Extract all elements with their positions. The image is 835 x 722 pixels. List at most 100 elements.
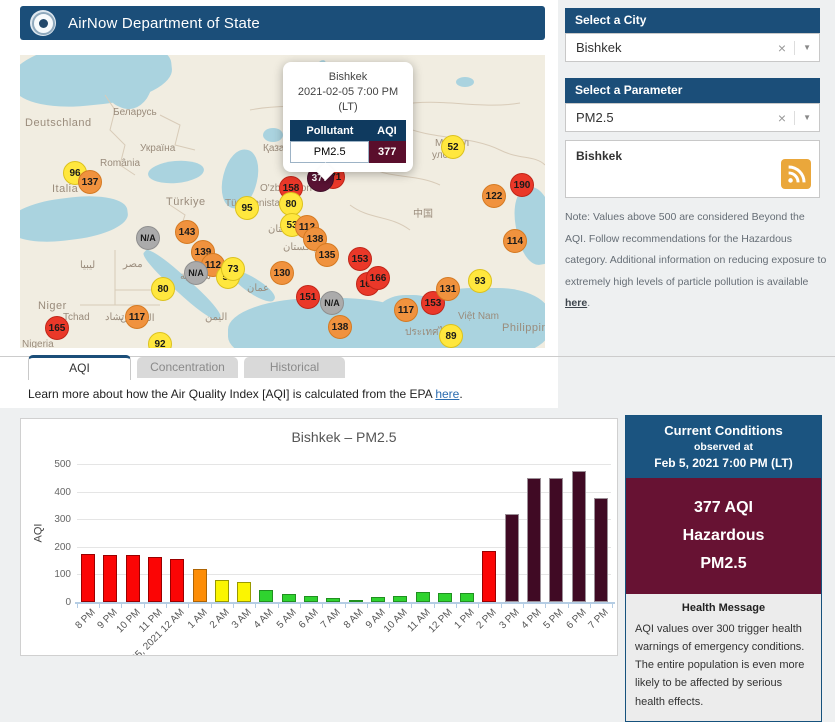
current-aqi-pollutant: PM2.5 <box>630 550 817 578</box>
aqi-marker[interactable]: 135 <box>315 243 339 267</box>
popup-table: Pollutant AQI PM2.5 377 <box>290 120 406 163</box>
popup-city: Bishkek <box>290 70 406 85</box>
aqi-marker[interactable]: 122 <box>482 184 506 208</box>
x-tick <box>523 604 524 608</box>
chart-bar[interactable] <box>549 478 563 602</box>
aqi-marker[interactable]: 117 <box>125 305 149 329</box>
page: { "header": { "title": "AirNow Departmen… <box>0 0 835 656</box>
learn-more-text: Learn more about how the Air Quality Ind… <box>28 387 463 401</box>
chart-bar[interactable] <box>103 555 117 602</box>
aqi-marker-na[interactable]: N/A <box>320 291 344 315</box>
clear-parameter-icon[interactable]: × <box>778 111 786 125</box>
select-divider <box>794 111 795 125</box>
chevron-down-icon[interactable]: ▼ <box>803 104 811 131</box>
aqi-marker[interactable]: 166 <box>366 266 390 290</box>
chart-bar[interactable] <box>594 498 608 602</box>
aqi-marker[interactable]: 95 <box>235 196 259 220</box>
chart-bar[interactable] <box>505 514 519 602</box>
select-divider <box>794 41 795 55</box>
chart-bar[interactable] <box>170 559 184 602</box>
x-tick <box>322 604 323 608</box>
aqi-marker[interactable]: 117 <box>394 298 418 322</box>
chart-bar[interactable] <box>237 582 251 602</box>
aqi-marker[interactable]: 151 <box>296 285 320 309</box>
aqi-marker[interactable]: 190 <box>510 173 534 197</box>
x-tick <box>188 604 189 608</box>
chart-bar[interactable] <box>527 478 541 602</box>
x-tick <box>434 604 435 608</box>
chart-card: Bishkek – PM2.5 AQI 01002003004005008 PM… <box>20 418 618 656</box>
rss-icon[interactable] <box>781 159 811 189</box>
x-tick <box>568 604 569 608</box>
chart-bar[interactable] <box>326 598 340 602</box>
aqi-marker[interactable]: 137 <box>78 170 102 194</box>
select-city-header: Select a City <box>565 8 820 33</box>
observed-datetime: Feb 5, 2021 7:00 PM (LT) <box>630 456 817 470</box>
app-title: AirNow Department of State <box>68 15 260 32</box>
x-tick <box>211 604 212 608</box>
chart-bar[interactable] <box>215 580 229 602</box>
aqi-marker[interactable]: 80 <box>151 277 175 301</box>
chart-bar[interactable] <box>349 600 363 602</box>
aqi-marker[interactable]: 165 <box>45 316 69 340</box>
parameter-select[interactable]: PM2.5 × ▼ <box>565 103 820 132</box>
aqi-marker-na[interactable]: N/A <box>136 226 160 250</box>
map-country-label: تشاد <box>105 312 124 323</box>
popup-timezone: (LT) <box>290 100 406 115</box>
chart-bar[interactable] <box>460 593 474 602</box>
chart-bar[interactable] <box>438 593 452 602</box>
aqi-marker-na[interactable]: N/A <box>184 261 208 285</box>
aqi-marker[interactable]: 89 <box>439 324 463 348</box>
tab-aqi[interactable]: AQI <box>28 355 131 380</box>
aqi-marker[interactable]: 153 <box>348 247 372 271</box>
chart-bar[interactable] <box>259 590 273 602</box>
map-country-label: Việt Nam <box>458 311 499 322</box>
chart-bar[interactable] <box>282 594 296 602</box>
chart-bar[interactable] <box>572 471 586 602</box>
x-tick <box>411 604 412 608</box>
x-tick <box>99 604 100 608</box>
x-tick <box>300 604 301 608</box>
map-country-label: Türkiye <box>166 196 206 208</box>
x-tick <box>456 604 457 608</box>
tab-concentration[interactable]: Concentration <box>137 357 238 378</box>
aqi-marker[interactable]: 93 <box>468 269 492 293</box>
chart-bar[interactable] <box>81 554 95 602</box>
aqi-marker[interactable]: 52 <box>441 135 465 159</box>
gridline <box>77 464 611 465</box>
chart-bar[interactable] <box>393 596 407 602</box>
sidebar-note: Note: Values above 500 are considered Be… <box>565 207 827 315</box>
aqi-marker[interactable]: 131 <box>436 277 460 301</box>
city-select[interactable]: Bishkek × ▼ <box>565 33 820 62</box>
clear-city-icon[interactable]: × <box>778 41 786 55</box>
aqi-marker[interactable]: 143 <box>175 220 199 244</box>
chart-bar[interactable] <box>416 592 430 602</box>
chart-bar[interactable] <box>304 596 318 602</box>
note-here-link[interactable]: here <box>565 297 587 309</box>
y-axis-label: AQI <box>32 524 44 543</box>
chart-bar[interactable] <box>193 569 207 602</box>
x-tick <box>590 604 591 608</box>
epa-here-link[interactable]: here <box>435 387 459 401</box>
aqi-marker[interactable]: 138 <box>328 315 352 339</box>
feed-card: Bishkek <box>565 140 820 198</box>
map[interactable]: DeutschlandБеларусьУкраїнаRomâniaItaliaT… <box>20 55 545 348</box>
chart-bar[interactable] <box>148 557 162 602</box>
aqi-marker[interactable]: 114 <box>503 229 527 253</box>
x-tick <box>501 604 502 608</box>
tab-historical[interactable]: Historical <box>244 357 345 378</box>
dos-seal-icon <box>30 10 56 36</box>
aqi-marker[interactable]: 73 <box>221 257 245 281</box>
aqi-marker[interactable]: 130 <box>270 261 294 285</box>
chart-bar[interactable] <box>126 555 140 602</box>
map-country-label: România <box>100 158 140 169</box>
map-country-label: عمان <box>247 283 269 294</box>
chart-bar[interactable] <box>371 597 385 602</box>
x-tick <box>612 604 613 608</box>
learn-more-after: . <box>459 387 462 401</box>
chart-bar[interactable] <box>482 551 496 602</box>
map-country-label: Philippines <box>502 322 545 334</box>
map-country-label: ليبيا <box>80 260 95 271</box>
chevron-down-icon[interactable]: ▼ <box>803 34 811 61</box>
map-country-label: Україна <box>140 143 175 154</box>
